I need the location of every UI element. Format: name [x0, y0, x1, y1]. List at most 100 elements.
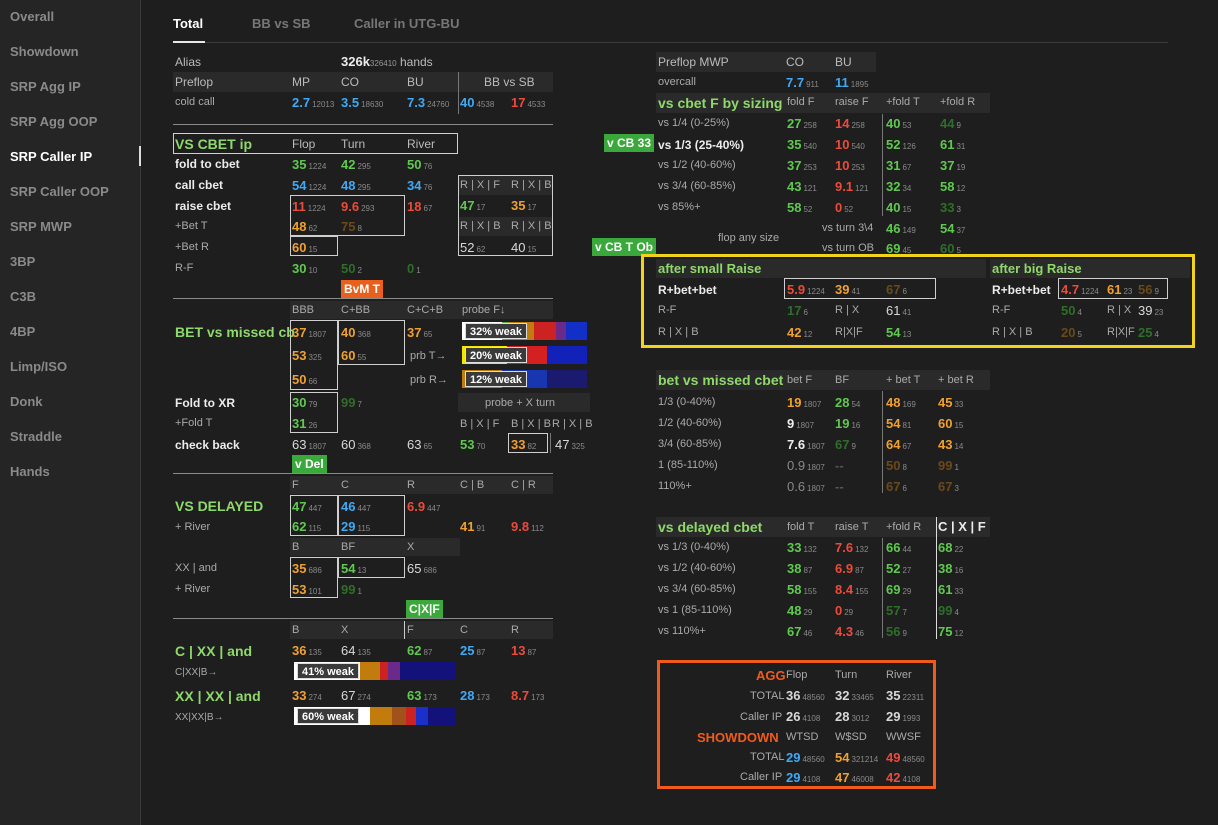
sd-col-wsd: W$SD: [835, 731, 867, 743]
stat-value: 62 87: [407, 643, 433, 658]
big-r-bet-bet-label: R+bet+bet: [992, 283, 1051, 297]
sidebar-item-srp-agg-oop[interactable]: SRP Agg OOP: [10, 114, 97, 129]
stat-value: 28 173: [460, 688, 490, 703]
tab-bb-vs-sb[interactable]: BB vs SB: [252, 16, 311, 31]
prb-t-bar[interactable]: 20% weak: [462, 346, 587, 364]
stat-value: 9.6 293: [341, 199, 375, 214]
stat-value: 17 6: [787, 303, 808, 318]
tab-total[interactable]: Total: [173, 16, 203, 31]
stat-value: 48 29: [787, 603, 813, 618]
small-r-f-label: R-F: [658, 304, 677, 316]
stat-value: 6.9 87: [835, 561, 864, 576]
stat-value: 39 41: [835, 282, 861, 297]
bar-segment: [547, 346, 587, 364]
sidebar-item-srp-mwp[interactable]: SRP MWP: [10, 219, 72, 234]
stat-value: 63 173: [407, 688, 437, 703]
sidebar-item-c3b[interactable]: C3B: [10, 289, 36, 304]
stat-value: 9.8 112: [511, 519, 544, 534]
col-rxf: R | X | F: [460, 179, 500, 191]
sidebar-item-srp-agg-ip[interactable]: SRP Agg IP: [10, 79, 81, 94]
cbet-ip-title: VS CBET ip: [175, 136, 253, 152]
sidebar-item-3bp[interactable]: 3BP: [10, 254, 35, 269]
stat-value: 32 33465: [835, 688, 874, 703]
col-plus-fold-r: +fold R: [940, 96, 976, 108]
bar-segment: [556, 322, 566, 340]
agg-title: AGG: [756, 668, 786, 683]
row-fold-to-cbet: fold to cbet: [175, 157, 240, 171]
sd-col-wtsd: WTSD: [786, 731, 819, 743]
stat-value: 58 155: [787, 582, 817, 597]
stat-value: 49 48560: [886, 750, 925, 765]
small-rxf-label: R|X|F: [835, 326, 863, 338]
bar-segment: [566, 322, 587, 340]
divider: [936, 517, 937, 639]
agg-total-label: TOTAL: [750, 690, 785, 702]
stat-value: 40 15: [511, 240, 537, 255]
stat-value: 37 253: [787, 158, 817, 173]
stat-value: 54 1224: [292, 178, 327, 193]
stat-value: 48 62: [292, 219, 318, 234]
bvm-t-tag[interactable]: BvM T: [341, 280, 383, 298]
col-del-x: X: [407, 541, 415, 553]
divider: [882, 391, 883, 493]
sd-caller-label: Caller IP: [740, 771, 783, 783]
c-xx-b-bar[interactable]: 41% weak: [294, 662, 456, 680]
divider: [458, 72, 459, 114]
preflop-label: Preflop: [175, 75, 214, 89]
mwp-col-bu: BU: [835, 55, 852, 69]
stat-value: 52 27: [886, 561, 912, 576]
v-del-tag[interactable]: v Del: [292, 455, 327, 473]
stat-value: --: [835, 479, 844, 494]
sidebar-item-srp-caller-ip[interactable]: SRP Caller IP: [10, 149, 92, 164]
stat-value: 68 22: [938, 540, 964, 555]
stat-value: 60 15: [292, 240, 318, 255]
col-bet-f: bet F: [787, 374, 813, 386]
fold-turn: 42 295: [341, 157, 371, 172]
stat-value: 61 31: [940, 137, 966, 152]
col-fold-t: fold T: [787, 521, 815, 533]
stat-value: 6.9 447: [407, 499, 441, 514]
sidebar-item-srp-caller-oop[interactable]: SRP Caller OOP: [10, 184, 109, 199]
stat-value: 56 9: [1138, 282, 1159, 297]
sizing-row-1: vs 1/4 (0-25%): [658, 117, 730, 129]
stat-value: 66 44: [886, 540, 912, 555]
fold-river: 50 76: [407, 157, 433, 172]
stat-value: 14 258: [835, 116, 865, 131]
stat-value: 58 52: [787, 200, 813, 215]
tab-caller-utg-bu[interactable]: Caller in UTG-BU: [354, 16, 459, 31]
sidebar-item-limp-iso[interactable]: Limp/ISO: [10, 359, 67, 374]
overcall-label: overcall: [658, 76, 696, 88]
col-cxx-r: R: [511, 624, 519, 636]
divider: [882, 114, 883, 216]
cxf-tag[interactable]: C|X|F: [406, 600, 443, 618]
small-rx-label: R | X: [835, 304, 860, 316]
after-small-raise-title: after small Raise: [658, 261, 762, 276]
agg-col-river: River: [886, 669, 912, 681]
stat-value: 75 12: [938, 624, 964, 639]
v-cb33-tag[interactable]: v CB 33: [604, 134, 655, 152]
sidebar-item-showdown[interactable]: Showdown: [10, 44, 79, 59]
stat-value: 28 3012: [835, 709, 870, 724]
sidebar-item-hands[interactable]: Hands: [10, 464, 50, 479]
xx-and-label: XX | and: [175, 562, 217, 574]
big-rxb-label: R | X | B: [992, 326, 1033, 338]
big-r-f-label: R-F: [992, 304, 1011, 316]
prb-r-bar[interactable]: 12% weak: [462, 370, 587, 388]
col-plus-fold-r2: +fold R: [886, 521, 922, 533]
stat-value: 0.6 1807: [787, 479, 825, 494]
stat-value: 37 19: [940, 158, 966, 173]
active-indicator: [139, 146, 141, 166]
sidebar-item-4bp[interactable]: 4BP: [10, 324, 35, 339]
probe-f-bar[interactable]: 32% weak: [462, 322, 587, 340]
sidebar-item-overall[interactable]: Overall: [10, 9, 54, 24]
stat-value: 0 52: [835, 200, 854, 215]
sidebar-item-straddle[interactable]: Straddle: [10, 429, 62, 444]
sizing-row-3: vs 1/2 (40-60%): [658, 159, 736, 171]
col-fold-f: fold F: [787, 96, 815, 108]
dc-row-4: vs 1 (85-110%): [658, 604, 732, 616]
sidebar-item-donk[interactable]: Donk: [10, 394, 43, 409]
xx-xx-b-bar[interactable]: 60% weak: [294, 707, 456, 725]
stat-value: 9 1807: [787, 416, 815, 431]
c-xx-b-bar-label: 41% weak: [297, 663, 359, 679]
xx-xx-and-title: XX | XX | and: [175, 688, 261, 704]
